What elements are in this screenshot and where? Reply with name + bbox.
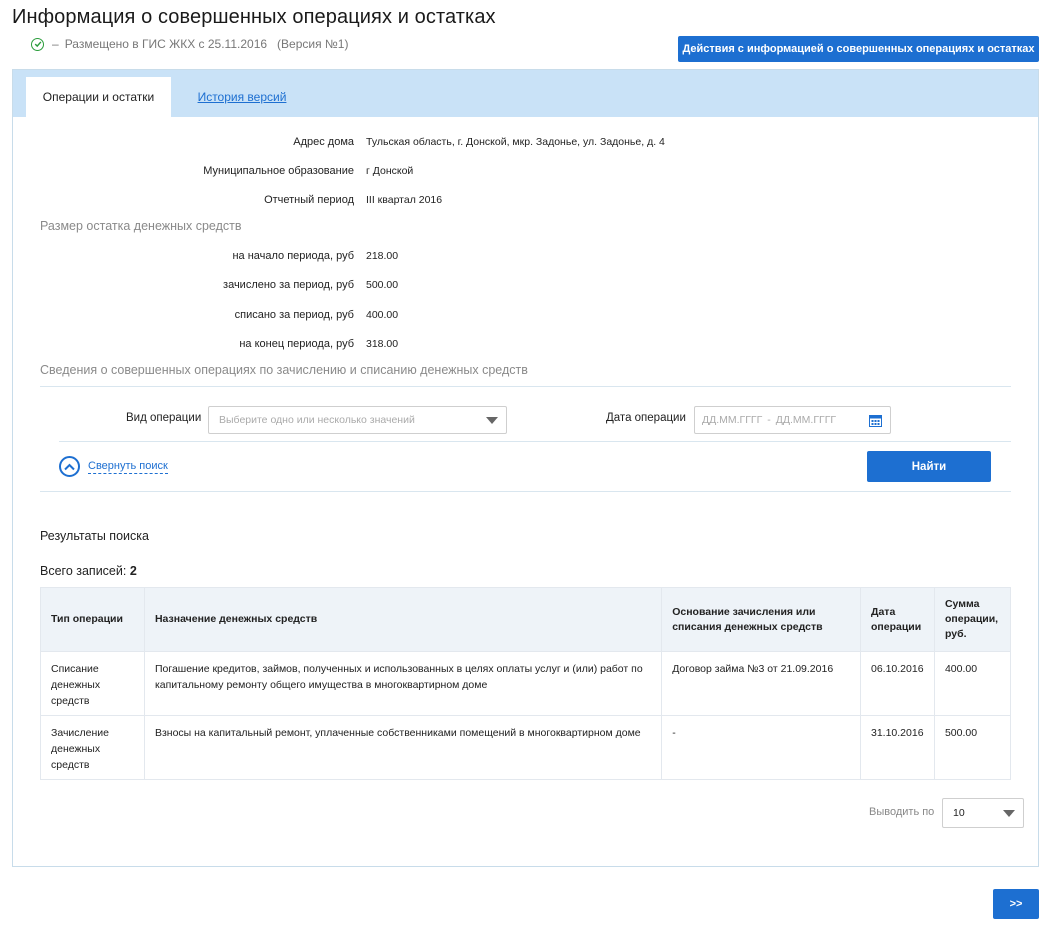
page-title: Информация о совершенных операциях и ост…: [12, 6, 496, 28]
tab-bar: Операции и остатки История версий: [13, 70, 1038, 117]
search-divider: [40, 491, 1011, 492]
cell-purpose: Взносы на капитальный ремонт, уплаченные…: [143, 715, 663, 780]
cell-date: 06.10.2016: [859, 651, 935, 716]
balance-section-title: Размер остатка денежных средств: [40, 219, 242, 233]
balance-start-row: на начало периода, руб 218.00: [40, 250, 398, 262]
balance-end-value: 318.00: [366, 338, 399, 350]
balance-end-label: на конец периода, руб: [239, 338, 354, 350]
col-type: Тип операции: [40, 587, 145, 652]
op-date-range-input[interactable]: ДД.ММ.ГГГГ - ДД.ММ.ГГГГ: [694, 406, 891, 434]
cell-sum: 400.00: [933, 651, 1012, 716]
period-label: Отчетный период: [264, 194, 354, 206]
col-basis: Основание зачисления или списания денежн…: [661, 587, 861, 652]
status-line: – Размещено в ГИС ЖКХ с 25.11.2016 (Верс…: [31, 37, 348, 51]
cell-purpose: Погашение кредитов, займов, полученных и…: [143, 651, 663, 716]
table-row: Списание денежных средств Погашение кред…: [40, 651, 1012, 716]
tab-version-history[interactable]: История версий: [187, 77, 297, 117]
check-circle-icon: [31, 37, 44, 51]
municipality-label: Муниципальное образование: [203, 165, 354, 177]
municipality-value: г Донской: [366, 165, 414, 177]
status-text: Размещено в ГИС ЖКХ с 25.11.2016: [64, 37, 268, 51]
tab-operations[interactable]: Операции и остатки: [26, 77, 171, 117]
total-label: Всего записей:: [40, 564, 127, 578]
page-size-select[interactable]: 10: [942, 798, 1024, 828]
municipality-row: Муниципальное образование г Донской: [40, 165, 413, 177]
page-size-label: Выводить по: [869, 806, 935, 818]
cell-date: 31.10.2016: [859, 715, 935, 780]
address-row: Адрес дома Тульская область, г. Донской,…: [40, 136, 665, 148]
page-size-value: 10: [953, 807, 965, 819]
op-type-select[interactable]: Выберите одно или несколько значений: [208, 406, 507, 434]
address-value: Тульская область, г. Донской, мкр. Задон…: [366, 136, 665, 148]
collapse-search-link[interactable]: Свернуть поиск: [88, 460, 168, 474]
results-title: Результаты поиска: [40, 529, 149, 543]
filter-divider: [59, 441, 1011, 442]
total-records: Всего записей: 2: [40, 564, 137, 578]
period-value: III квартал 2016: [366, 194, 443, 206]
balance-debited-row: списано за период, руб 400.00: [40, 309, 398, 321]
status-dash: –: [52, 37, 59, 51]
cell-type: Списание денежных средств: [40, 651, 145, 716]
calendar-icon[interactable]: [869, 414, 882, 427]
cell-sum: 500.00: [933, 715, 1012, 780]
balance-credited-label: зачислено за период, руб: [223, 279, 354, 291]
balance-credited-row: зачислено за период, руб 500.00: [40, 279, 398, 291]
cell-type: Зачисление денежных средств: [40, 715, 145, 780]
col-sum: Сумма операции, руб.: [933, 587, 1012, 652]
op-date-label: Дата операции: [606, 412, 686, 424]
col-date: Дата операции: [859, 587, 935, 652]
actions-button[interactable]: Действия с информацией о совершенных опе…: [678, 36, 1039, 62]
chevron-down-icon: [1003, 810, 1015, 817]
chevron-up-icon[interactable]: [59, 456, 80, 477]
table-header-row: Тип операции Назначение денежных средств…: [40, 587, 1012, 652]
balance-start-value: 218.00: [366, 250, 399, 262]
balance-end-row: на конец периода, руб 318.00: [40, 338, 398, 350]
date-separator: -: [767, 414, 771, 426]
next-page-button[interactable]: >>: [993, 889, 1039, 919]
chevron-down-icon: [486, 417, 498, 424]
balance-debited-value: 400.00: [366, 309, 399, 321]
collapse-search[interactable]: Свернуть поиск: [59, 456, 168, 477]
total-count: 2: [129, 564, 137, 578]
operations-section-title: Сведения о совершенных операциях по зачи…: [40, 363, 528, 377]
operations-table: Тип операции Назначение денежных средств…: [40, 587, 1012, 780]
balance-debited-label: списано за период, руб: [234, 309, 354, 321]
date-to-placeholder: ДД.ММ.ГГГГ: [775, 414, 837, 426]
address-label: Адрес дома: [293, 136, 354, 148]
op-type-placeholder: Выберите одно или несколько значений: [219, 414, 415, 426]
table-row: Зачисление денежных средств Взносы на ка…: [40, 715, 1012, 780]
divider: [40, 386, 1011, 387]
balance-start-label: на начало периода, руб: [232, 250, 354, 262]
cell-basis: -: [661, 715, 861, 780]
col-purpose: Назначение денежных средств: [143, 587, 663, 652]
version-text: (Версия №1): [277, 37, 349, 51]
balance-credited-value: 500.00: [366, 279, 399, 291]
period-row: Отчетный период III квартал 2016: [40, 194, 442, 206]
find-button[interactable]: Найти: [867, 451, 991, 482]
op-type-label: Вид операции: [126, 412, 202, 424]
cell-basis: Договор займа №3 от 21.09.2016: [661, 651, 861, 716]
date-from-placeholder: ДД.ММ.ГГГГ: [702, 414, 763, 426]
